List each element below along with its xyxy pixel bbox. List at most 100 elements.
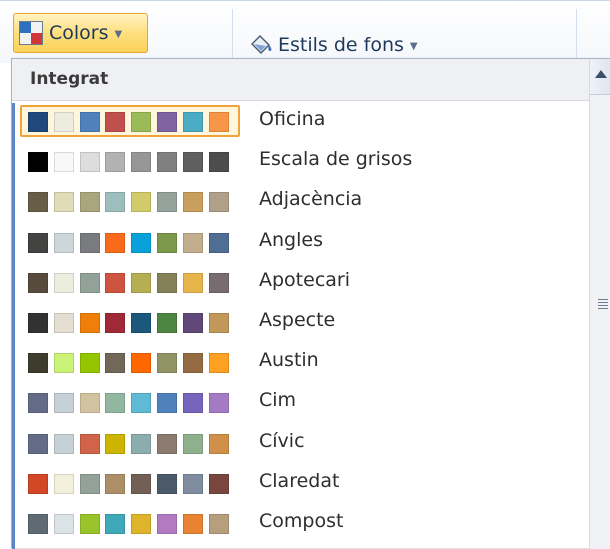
theme-name: Austin xyxy=(259,349,319,372)
theme-item[interactable]: Compost xyxy=(20,507,580,543)
color-swatch xyxy=(157,313,177,333)
theme-name: Aspecte xyxy=(259,309,336,331)
color-swatch xyxy=(53,192,74,213)
color-swatch xyxy=(53,313,74,333)
color-swatch xyxy=(157,272,177,293)
color-swatch xyxy=(79,473,100,494)
colors-button-label: Colors xyxy=(49,22,109,44)
theme-item[interactable]: Adjacència xyxy=(20,185,580,221)
color-swatch xyxy=(105,353,126,374)
chevron-down-icon: ▼ xyxy=(114,29,123,40)
theme-item[interactable]: Cívic xyxy=(20,427,580,463)
color-swatch-strip xyxy=(20,507,240,539)
color-swatch xyxy=(182,152,203,173)
color-swatch xyxy=(208,272,229,293)
color-swatch xyxy=(208,313,229,333)
color-swatch xyxy=(79,514,100,534)
color-swatch xyxy=(182,353,203,374)
color-swatch xyxy=(208,192,229,213)
color-swatch xyxy=(182,313,203,333)
theme-item[interactable]: Cim xyxy=(20,386,580,422)
color-swatch xyxy=(157,393,177,414)
theme-name: Angles xyxy=(259,228,323,251)
theme-item[interactable]: Oficina xyxy=(20,105,580,141)
group-header-label: Integrat xyxy=(30,69,109,89)
color-swatch xyxy=(28,112,48,132)
color-swatch xyxy=(105,112,126,132)
theme-item[interactable]: Apotecari xyxy=(20,266,580,302)
colors-button[interactable]: Colors ▼ xyxy=(13,13,148,53)
color-swatch xyxy=(28,272,48,293)
theme-item[interactable]: Escala de grisos xyxy=(20,145,580,181)
color-swatch xyxy=(79,152,100,173)
theme-item[interactable]: Austin xyxy=(20,346,580,382)
color-swatch xyxy=(131,313,152,333)
ribbon-separator xyxy=(232,9,233,59)
color-swatch xyxy=(182,514,203,534)
gallery-group-header: Integrat xyxy=(12,59,589,101)
scroll-grip-icon[interactable] xyxy=(598,299,608,311)
color-swatch xyxy=(131,272,152,293)
color-swatch xyxy=(182,232,203,253)
color-swatch xyxy=(105,393,126,414)
color-swatch xyxy=(28,473,48,494)
color-swatch xyxy=(79,313,100,333)
color-swatch xyxy=(208,393,229,414)
color-swatch xyxy=(53,353,74,374)
color-swatch xyxy=(208,152,229,173)
color-swatch xyxy=(79,353,100,374)
color-swatch xyxy=(53,393,74,414)
vertical-scrollbar[interactable] xyxy=(589,59,610,549)
color-swatch xyxy=(157,192,177,213)
scroll-up-arrow-icon xyxy=(595,70,607,78)
theme-name: Claredat xyxy=(259,469,340,492)
color-swatch xyxy=(28,353,48,374)
color-swatch xyxy=(157,232,177,253)
color-swatch xyxy=(28,232,48,253)
color-swatch xyxy=(131,514,152,534)
color-swatch xyxy=(131,232,152,253)
theme-colors-icon xyxy=(19,21,43,45)
color-swatch-strip xyxy=(20,346,240,378)
color-swatch xyxy=(28,152,48,173)
color-swatch xyxy=(105,152,126,173)
color-swatch xyxy=(28,433,48,454)
color-swatch xyxy=(208,433,229,454)
paint-bucket-icon xyxy=(248,32,274,56)
color-swatch xyxy=(28,192,48,213)
color-swatch xyxy=(131,152,152,173)
gallery-accent-bar xyxy=(12,103,15,549)
color-swatch xyxy=(105,473,126,494)
color-swatch xyxy=(131,433,152,454)
color-swatch-strip xyxy=(20,467,240,499)
color-swatch xyxy=(208,353,229,374)
theme-item[interactable]: Aspecte xyxy=(20,306,580,342)
color-swatch xyxy=(79,393,100,414)
color-swatch xyxy=(53,473,74,494)
color-swatch xyxy=(182,473,203,494)
color-swatch-strip xyxy=(20,427,240,459)
color-swatch xyxy=(79,112,100,132)
color-swatch-strip xyxy=(20,226,240,258)
color-swatch xyxy=(53,112,74,132)
theme-name: Apotecari xyxy=(259,268,351,291)
color-swatch xyxy=(79,192,100,213)
color-swatch xyxy=(105,514,126,534)
theme-name: Oficina xyxy=(259,108,326,130)
chevron-down-icon: ▼ xyxy=(409,41,418,52)
color-swatch xyxy=(79,272,100,293)
theme-item[interactable]: Claredat xyxy=(20,467,580,503)
theme-item[interactable]: Angles xyxy=(20,226,580,262)
color-swatch xyxy=(157,112,177,132)
color-swatch xyxy=(79,232,100,253)
theme-name: Cívic xyxy=(259,429,305,452)
color-swatch xyxy=(182,433,203,454)
color-swatch xyxy=(157,152,177,173)
color-swatch xyxy=(182,272,203,293)
color-swatch xyxy=(131,353,152,374)
color-swatch-strip xyxy=(20,185,240,217)
scroll-up-button[interactable] xyxy=(590,59,610,95)
color-swatch xyxy=(105,433,126,454)
color-swatch xyxy=(157,433,177,454)
color-swatch xyxy=(53,433,74,454)
